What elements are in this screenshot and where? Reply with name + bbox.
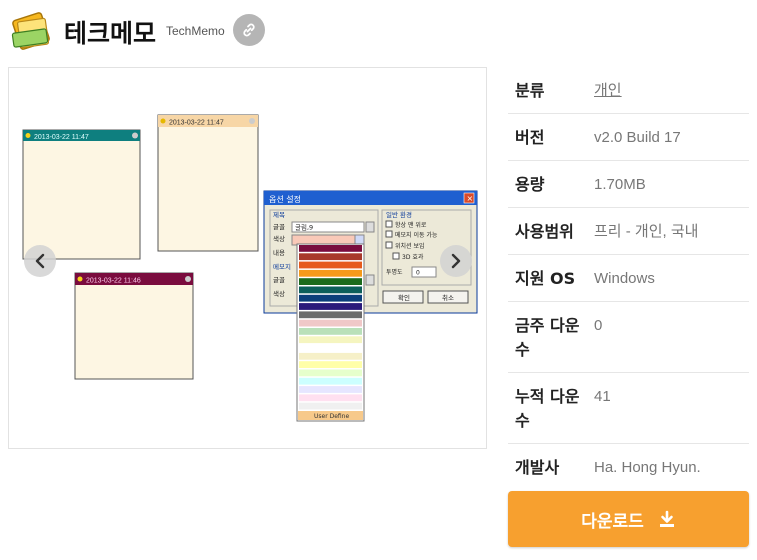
app-subtitle: TechMemo <box>166 24 225 38</box>
info-key: 버전 <box>515 128 545 147</box>
memo-window: 2013-03-22 11:46 <box>74 272 194 380</box>
download-icon <box>659 510 674 527</box>
color-swatch <box>299 402 362 410</box>
download-label: 다운로드 <box>581 511 644 532</box>
svg-text:색상: 색상 <box>273 234 285 243</box>
info-key: 분류 <box>515 81 545 100</box>
info-row-total-downloads: 누적 다운 수 41 <box>508 373 749 444</box>
color-swatch <box>299 352 362 360</box>
svg-text:확인: 확인 <box>398 293 410 302</box>
memo-date: 2013-03-22 11:46 <box>86 278 141 285</box>
info-key: 사용범위 <box>515 222 574 241</box>
memo-date: 2013-03-22 11:47 <box>169 120 224 127</box>
info-row-weekly-downloads: 금주 다운 수 0 <box>508 302 749 373</box>
svg-text:위치션 보임: 위치션 보임 <box>395 242 425 250</box>
color-swatch <box>299 377 362 385</box>
info-value: v2.0 Build 17 <box>594 129 681 146</box>
color-swatch <box>299 336 362 344</box>
chevron-left-icon[interactable] <box>24 245 56 277</box>
color-swatch <box>299 278 362 285</box>
info-value: 41 <box>594 388 611 405</box>
color-swatch <box>299 394 362 402</box>
download-button[interactable]: 다운로드 <box>508 491 749 547</box>
color-swatch <box>299 286 362 294</box>
svg-text:항상 맨 위로: 항상 맨 위로 <box>395 221 427 229</box>
color-swatch <box>299 319 362 327</box>
svg-text:굴림,9: 굴림,9 <box>295 224 313 232</box>
info-key: 용량 <box>515 175 545 194</box>
color-swatch <box>299 344 362 352</box>
svg-text:내용: 내용 <box>273 248 285 257</box>
chevron-right-icon[interactable] <box>440 245 472 277</box>
svg-text:제목: 제목 <box>273 211 285 219</box>
info-value: 1.70MB <box>594 176 646 193</box>
info-value: 프리 - 개인, 국내 <box>594 223 699 240</box>
svg-text:메모지 이동 가능: 메모지 이동 가능 <box>395 231 438 239</box>
color-swatch <box>299 245 362 252</box>
memo-window: 2013-03-22 11:47 <box>157 114 259 252</box>
svg-text:취소: 취소 <box>442 294 454 302</box>
info-key: 금주 다운 수 <box>515 316 580 359</box>
info-value: Windows <box>594 270 655 287</box>
info-row-size: 용량 1.70MB <box>508 161 749 208</box>
info-row-category: 분류 개인 <box>508 67 749 114</box>
svg-text:User Define: User Define <box>314 413 349 420</box>
info-row-developer: 개발사 Ha. Hong Hyun. <box>508 444 749 491</box>
app-title: 테크메모 <box>64 19 157 48</box>
info-row-version: 버전 v2.0 Build 17 <box>508 114 749 161</box>
category-link[interactable]: 개인 <box>594 82 622 99</box>
color-dropdown-list: User Define <box>296 243 365 422</box>
memo-date: 2013-03-22 11:47 <box>34 134 89 141</box>
info-table: 분류 개인 버전 v2.0 Build 17 용량 1.70MB 사용범위 프리… <box>508 67 749 491</box>
svg-text:일반 환경: 일반 환경 <box>386 210 412 219</box>
info-value: Ha. Hong Hyun. <box>594 459 701 476</box>
screenshot-gallery[interactable]: 2013-03-22 11:47 2013-03-22 11:47 2013-0… <box>8 67 487 449</box>
info-key: 지원 OS <box>515 269 576 288</box>
svg-text:투명도: 투명도 <box>386 268 403 276</box>
info-row-os: 지원 OS Windows <box>508 255 749 302</box>
color-swatch <box>299 328 362 335</box>
svg-text:메모지: 메모지 <box>273 262 291 271</box>
svg-text:×: × <box>467 194 474 203</box>
svg-text:색상: 색상 <box>273 289 285 298</box>
color-swatch <box>299 261 362 269</box>
sticky-note-icon <box>10 10 52 52</box>
info-key: 개발사 <box>515 458 560 477</box>
info-key: 누적 다운 수 <box>515 387 580 430</box>
color-swatch <box>299 361 362 368</box>
screenshot-image: 2013-03-22 11:47 2013-03-22 11:47 2013-0… <box>22 114 478 422</box>
color-swatch <box>299 369 362 377</box>
memo-window: 2013-03-22 11:47 <box>22 129 141 260</box>
svg-text:글꼴: 글꼴 <box>273 223 285 231</box>
svg-text:3D 효과: 3D 효과 <box>402 253 424 261</box>
color-swatch <box>299 269 362 277</box>
color-swatch <box>299 294 362 302</box>
svg-text:0: 0 <box>416 270 420 277</box>
color-swatch <box>299 311 362 319</box>
info-value: 0 <box>594 317 603 334</box>
svg-text:글꼴: 글꼴 <box>273 276 285 284</box>
svg-text:옵션 설정: 옵션 설정 <box>269 194 301 204</box>
link-icon[interactable] <box>233 14 265 46</box>
color-swatch <box>299 253 362 261</box>
info-row-license: 사용범위 프리 - 개인, 국내 <box>508 208 749 255</box>
color-swatch <box>299 386 362 393</box>
color-swatch <box>299 303 362 310</box>
